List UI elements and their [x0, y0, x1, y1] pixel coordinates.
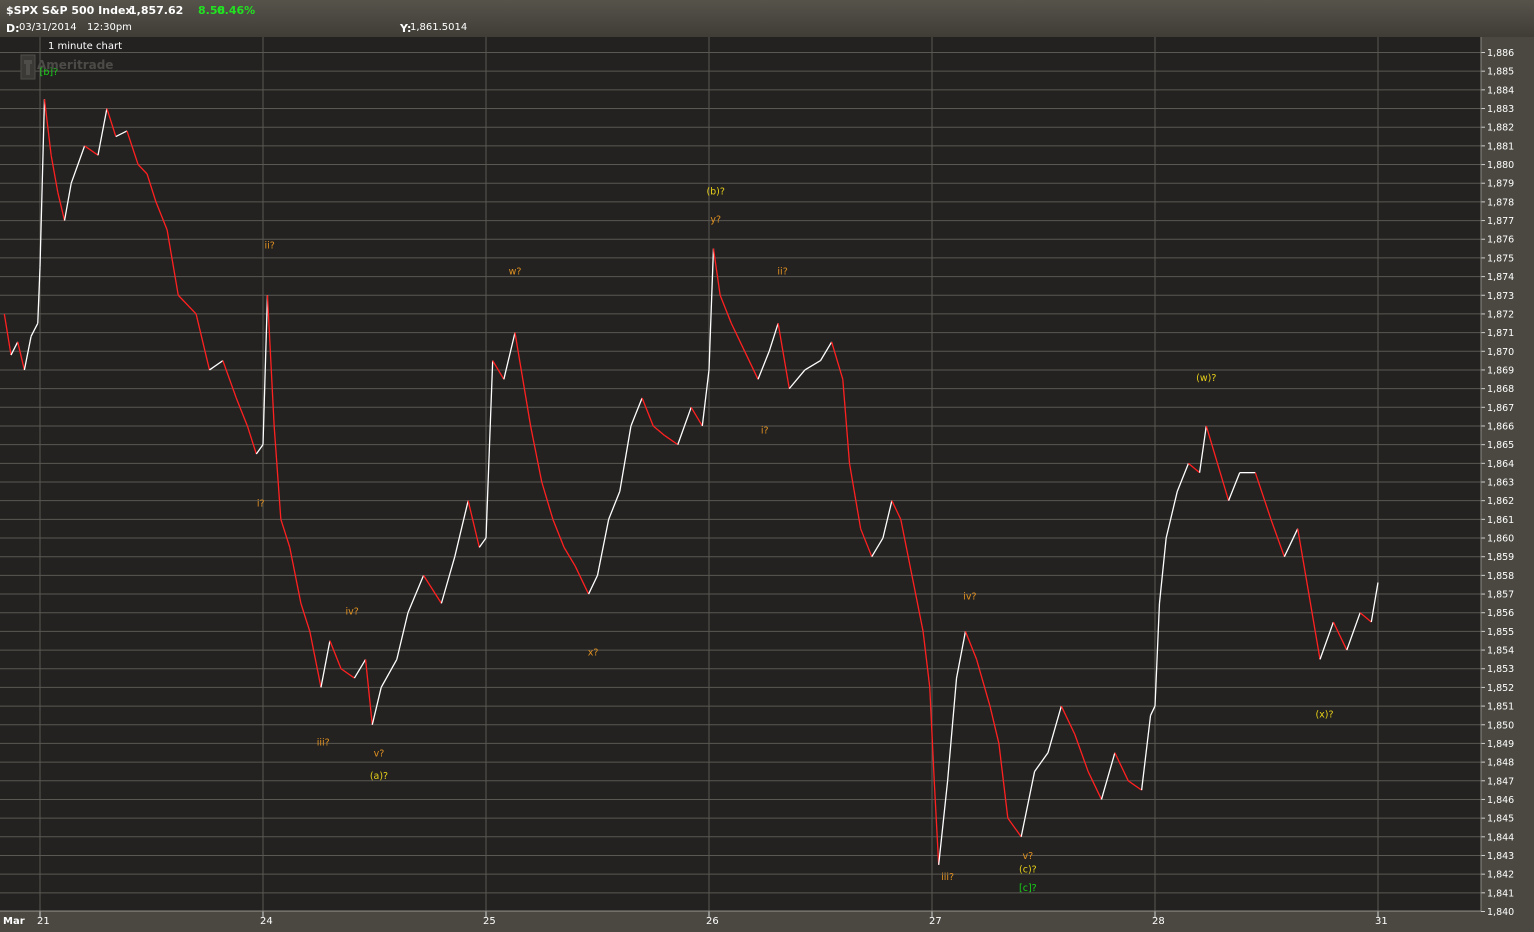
- x-tick-label: 24: [260, 916, 273, 927]
- wave-label: x?: [588, 648, 599, 659]
- y-tick-label: 1,878: [1487, 197, 1514, 208]
- y-tick-label: 1,869: [1487, 365, 1514, 376]
- y-tick-label: 1,855: [1487, 627, 1514, 638]
- x-tick-label: 26: [706, 916, 719, 927]
- y-tick-label: 1,883: [1487, 104, 1514, 115]
- wave-label: w?: [509, 267, 522, 278]
- y-tick-label: 1,880: [1487, 160, 1514, 171]
- y-tick-label: 1,864: [1487, 459, 1514, 470]
- y-tick-label: 1,868: [1487, 384, 1514, 395]
- wave-label: iv?: [346, 607, 359, 618]
- y-tick-label: 1,881: [1487, 141, 1514, 152]
- y-tick-label: 1,841: [1487, 888, 1514, 899]
- x-axis: Mar 21 24 25 26 27 28 31: [0, 910, 1481, 927]
- y-tick-label: 1,843: [1487, 851, 1514, 862]
- y-axis: 1,840 1,841 1,842 1,843 1,844 1,845 1,846 1,847…: [1480, 37, 1514, 918]
- y-tick-label: 1,865: [1487, 440, 1514, 451]
- x-tick-label: 31: [1375, 916, 1388, 927]
- y-tick-label: 1,853: [1487, 664, 1514, 675]
- y-tick-label: 1,844: [1487, 832, 1514, 843]
- y-tick-label: 1,845: [1487, 814, 1514, 825]
- y-tick-label: 1,842: [1487, 870, 1514, 881]
- wave-label: i?: [257, 498, 265, 509]
- wave-label: (a)?: [370, 771, 388, 782]
- y-tick-label: 1,846: [1487, 795, 1514, 806]
- y-tick-label: 1,863: [1487, 478, 1514, 489]
- y-tick-label: 1,872: [1487, 309, 1514, 320]
- y-tick-label: 1,870: [1487, 347, 1514, 358]
- y-tick-label: 1,840: [1487, 907, 1514, 918]
- y-tick-label: 1,886: [1487, 48, 1514, 59]
- wave-label: (b)?: [706, 186, 725, 197]
- y-tick-label: 1,857: [1487, 590, 1514, 601]
- y-tick-label: 1,861: [1487, 515, 1514, 526]
- wave-label: v?: [1023, 851, 1034, 862]
- y-tick-label: 1,852: [1487, 683, 1514, 694]
- y-tick-label: 1,877: [1487, 216, 1514, 227]
- y-tick-label: 1,879: [1487, 179, 1514, 190]
- wave-label: [c]?: [1019, 883, 1037, 894]
- x-tick-label: 28: [1152, 916, 1165, 927]
- y-tick-label: 1,874: [1487, 272, 1514, 283]
- y-tick-label: 1,859: [1487, 552, 1514, 563]
- x-tick-label: Mar: [3, 916, 25, 927]
- wave-label: iv?: [963, 592, 976, 603]
- wave-label: (c)?: [1019, 864, 1037, 875]
- y-tick-label: 1,849: [1487, 739, 1514, 750]
- y-tick-label: 1,867: [1487, 403, 1514, 414]
- wave-label: v?: [374, 749, 385, 760]
- y-tick-label: 1,866: [1487, 421, 1514, 432]
- y-tick-label: 1,858: [1487, 571, 1514, 582]
- y-tick-label: 1,871: [1487, 328, 1514, 339]
- wave-label: ii?: [265, 241, 275, 252]
- x-tick-label: 21: [37, 916, 50, 927]
- y-tick-label: 1,847: [1487, 776, 1514, 787]
- chart-caption: 1 minute chart: [48, 41, 122, 52]
- plot-area[interactable]: [0, 37, 1481, 911]
- y-tick-label: 1,875: [1487, 253, 1514, 264]
- y-tick-label: 1,854: [1487, 646, 1514, 657]
- wave-label: (w)?: [1196, 373, 1216, 384]
- y-tick-label: 1,884: [1487, 85, 1514, 96]
- wave-label: y?: [710, 214, 721, 225]
- x-tick-label: 25: [483, 916, 496, 927]
- wave-label: iii?: [317, 737, 330, 748]
- wave-label: iii?: [941, 872, 954, 883]
- y-tick-label: 1,851: [1487, 702, 1514, 713]
- price-chart[interactable]: [b]?ii?i?iv?iii?v?(a)?w?x?(b)?y?ii?i?iv?…: [0, 0, 1534, 932]
- y-tick-label: 1,850: [1487, 720, 1514, 731]
- y-tick-label: 1,848: [1487, 758, 1514, 769]
- wave-label: i?: [761, 425, 769, 436]
- wave-label: ii?: [777, 267, 787, 278]
- watermark: Ameritrade: [37, 58, 113, 72]
- y-tick-label: 1,862: [1487, 496, 1514, 507]
- y-tick-label: 1,856: [1487, 608, 1514, 619]
- x-tick-label: 27: [929, 916, 942, 927]
- y-tick-label: 1,876: [1487, 235, 1514, 246]
- wave-label: (x)?: [1315, 709, 1333, 720]
- y-tick-label: 1,873: [1487, 291, 1514, 302]
- y-tick-label: 1,860: [1487, 534, 1514, 545]
- y-tick-label: 1,882: [1487, 123, 1514, 134]
- y-tick-label: 1,885: [1487, 67, 1514, 78]
